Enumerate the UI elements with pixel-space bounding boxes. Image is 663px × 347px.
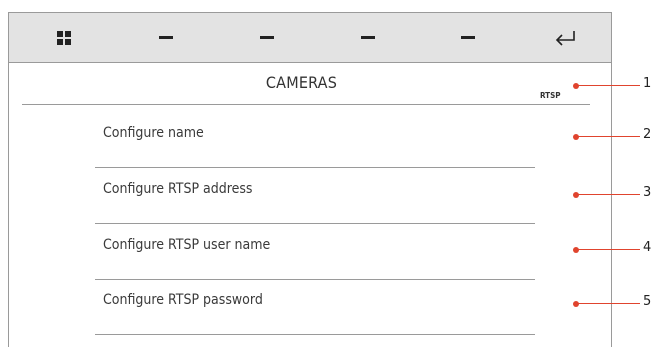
callout-dot <box>573 192 579 198</box>
callout-line <box>578 194 640 195</box>
minus-icon <box>159 36 173 39</box>
callout-2: 2 <box>573 127 653 143</box>
home-grid-button[interactable] <box>39 13 89 62</box>
toolbar-slot-5-button[interactable] <box>443 13 493 62</box>
back-button[interactable] <box>540 13 590 62</box>
menu-item-label: Configure RTSP password <box>103 292 263 308</box>
menu-item-label: Configure name <box>103 125 204 141</box>
callout-dot <box>573 301 579 307</box>
callout-line <box>578 85 640 86</box>
menu-item-configure-rtsp-password[interactable]: Configure RTSP password <box>95 279 535 335</box>
callout-1: 1 <box>573 76 653 92</box>
callout-line <box>578 136 640 137</box>
callout-number: 1 <box>643 76 652 91</box>
callout-number: 4 <box>643 240 652 255</box>
callout-3: 3 <box>573 185 653 201</box>
menu-item-configure-name[interactable]: Configure name <box>95 112 535 168</box>
callout-line <box>578 249 640 250</box>
minus-icon <box>361 36 375 39</box>
minus-icon <box>260 36 274 39</box>
callout-dot <box>573 134 579 140</box>
menu-item-configure-rtsp-user-name[interactable]: Configure RTSP user name <box>95 224 535 280</box>
callout-5: 5 <box>573 294 653 310</box>
callout-dot <box>573 83 579 89</box>
toolbar-slot-3-button[interactable] <box>242 13 292 62</box>
toolbar-slot-2-button[interactable] <box>141 13 191 62</box>
top-toolbar <box>9 13 611 63</box>
menu-item-configure-rtsp-address[interactable]: Configure RTSP address <box>95 168 535 224</box>
minus-icon <box>461 36 475 39</box>
divider <box>95 334 535 335</box>
grid-icon <box>57 30 71 45</box>
callout-number: 5 <box>643 294 652 309</box>
rtsp-badge: RTSP <box>540 91 561 100</box>
device-screen: CAMERAS RTSP Configure name Configure RT… <box>8 12 612 347</box>
menu-item-label: Configure RTSP user name <box>103 237 271 253</box>
callout-number: 2 <box>643 127 652 142</box>
callout-4: 4 <box>573 240 653 256</box>
title-divider <box>22 104 590 105</box>
callout-dot <box>573 247 579 253</box>
toolbar-slot-4-button[interactable] <box>343 13 393 62</box>
callout-number: 3 <box>643 185 652 200</box>
back-arrow-icon <box>555 30 575 46</box>
page-title: CAMERAS <box>265 73 338 92</box>
callout-line <box>578 303 640 304</box>
menu-item-label: Configure RTSP address <box>103 181 253 197</box>
